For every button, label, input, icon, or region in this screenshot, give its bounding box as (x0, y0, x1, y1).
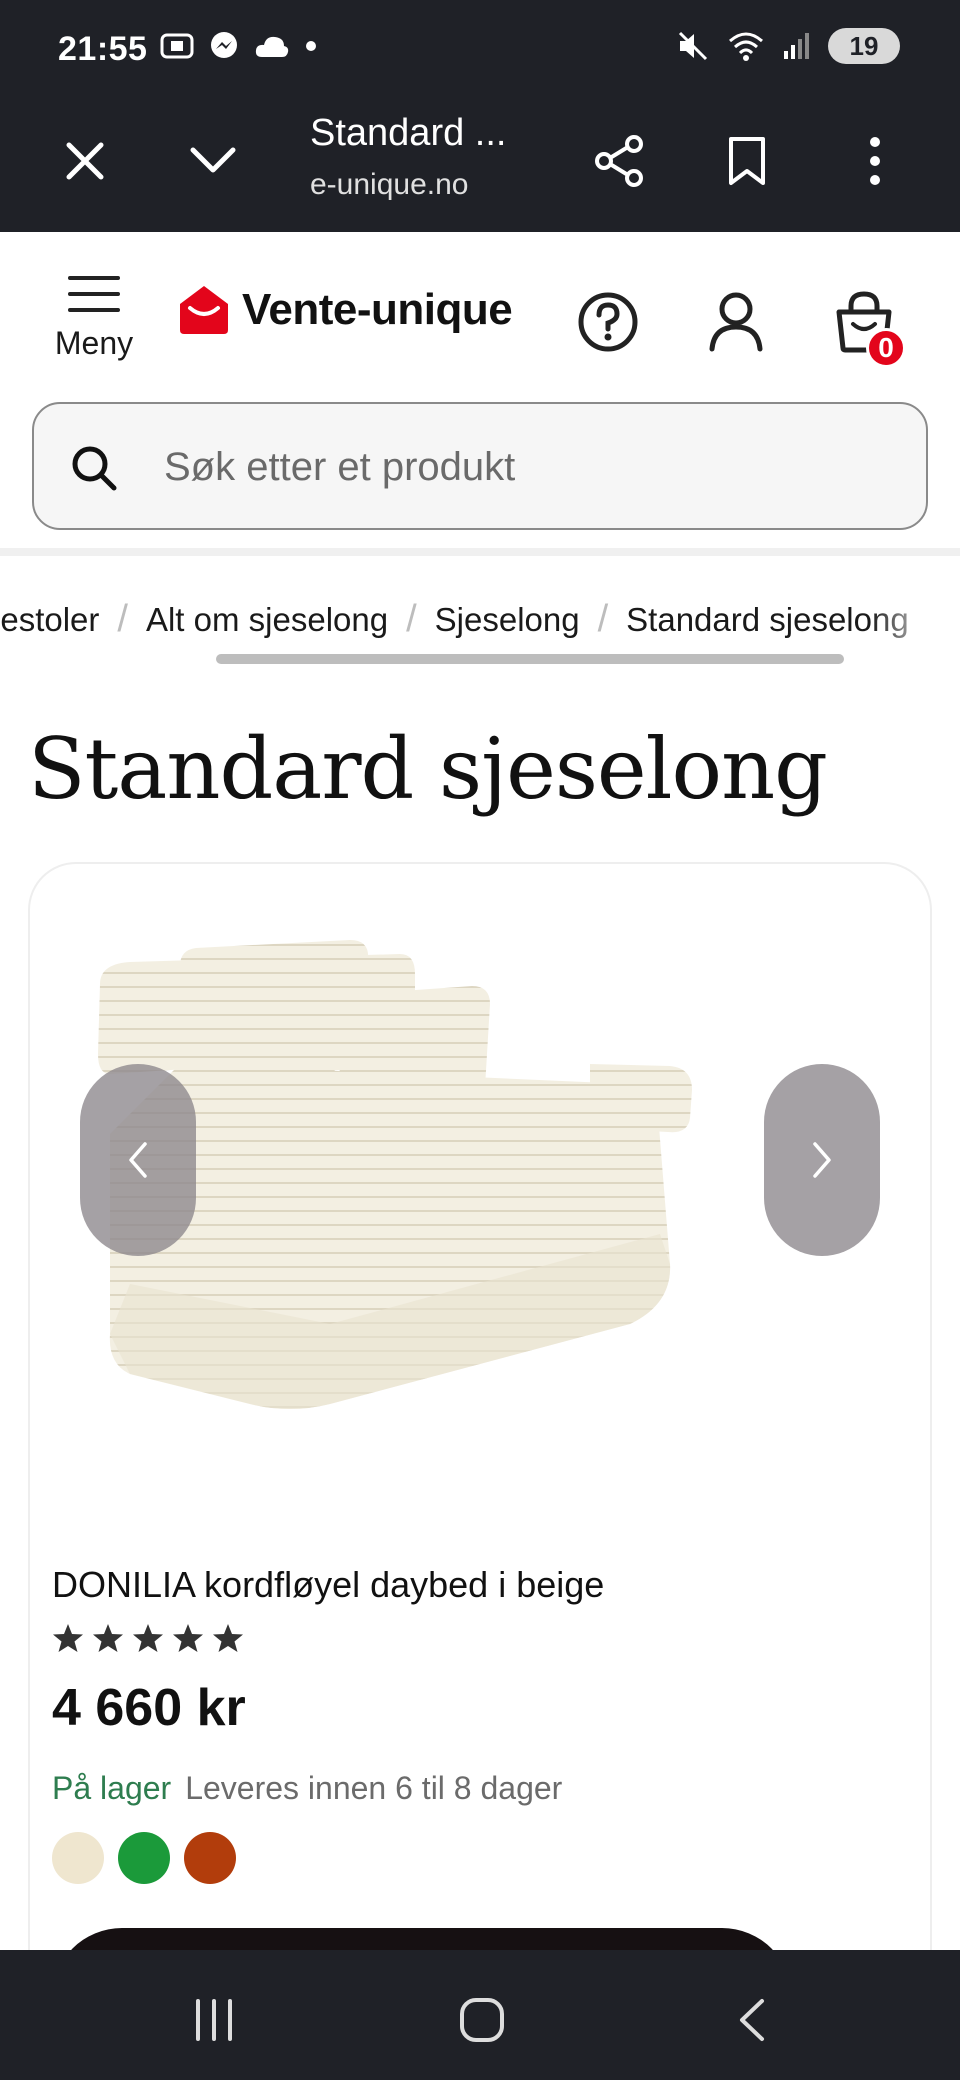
site-header: Meny Vente-unique 0 (0, 232, 960, 552)
logo-text: Vente-unique (242, 285, 513, 334)
dot-icon (306, 41, 316, 51)
product-rating[interactable] (52, 1622, 244, 1654)
breadcrumb-current: Standard sjeselong (626, 600, 909, 638)
breadcrumb-fade (870, 598, 960, 648)
back-button[interactable] (712, 1980, 792, 2060)
tab-url[interactable]: e-unique.no (310, 168, 468, 202)
star-icon (93, 1624, 123, 1652)
share-icon (595, 135, 643, 187)
site-logo[interactable]: Vente-unique (178, 284, 513, 336)
home-button[interactable] (442, 1980, 522, 2060)
page-title: Standard sjeselong (28, 720, 828, 818)
star-icon (213, 1624, 243, 1652)
breadcrumb-separator: / (597, 598, 609, 640)
breadcrumb-separator: / (406, 598, 417, 640)
header-divider (0, 548, 960, 556)
breadcrumb: nestoler / Alt om sjeselong / Sjeselong … (0, 598, 960, 648)
star-icon (173, 1624, 203, 1652)
breadcrumb-separator: / (117, 598, 128, 640)
wifi-icon (729, 32, 763, 61)
status-bar: 21:55 19 (0, 0, 960, 98)
status-time: 21:55 (58, 30, 148, 68)
availability: På lager Leveres innen 6 til 8 dager (52, 1770, 562, 1807)
help-icon (578, 292, 638, 352)
tab-title[interactable]: Standard ... (310, 112, 506, 155)
chevron-down-icon (190, 147, 236, 173)
help-button[interactable] (568, 282, 648, 362)
back-icon (740, 1999, 764, 2041)
system-nav-bar (0, 1950, 960, 2080)
swatch-rust[interactable] (184, 1832, 236, 1884)
color-swatches (52, 1832, 236, 1884)
mute-icon (678, 31, 708, 61)
chevron-left-icon (129, 1142, 147, 1178)
close-icon (66, 142, 104, 180)
swatch-green[interactable] (118, 1832, 170, 1884)
carousel-next-button[interactable] (764, 1064, 880, 1256)
product-price: 4 660 kr (52, 1679, 246, 1737)
menu-label: Meny (54, 325, 134, 361)
notification-icons (160, 30, 318, 62)
product-card[interactable]: DONILIA kordfløyel daybed i beige 4 660 … (28, 862, 932, 2080)
battery-indicator: 19 (828, 28, 900, 64)
messenger-icon (211, 32, 237, 58)
carousel-prev-button[interactable] (80, 1064, 196, 1256)
signal-icon (784, 33, 809, 59)
bookmark-button[interactable] (712, 126, 782, 196)
search-bar[interactable] (32, 402, 928, 530)
bookmark-icon (729, 137, 765, 185)
close-tab-button[interactable] (50, 126, 120, 196)
collapse-button[interactable] (178, 126, 248, 196)
hamburger-icon (68, 276, 120, 312)
breadcrumb-item[interactable]: Sjeselong (435, 601, 580, 639)
star-icon (133, 1624, 163, 1652)
chevron-right-icon (813, 1142, 831, 1178)
stock-status: På lager (52, 1770, 172, 1806)
product-name[interactable]: DONILIA kordfløyel daybed i beige (52, 1564, 604, 1606)
menu-button[interactable]: Meny (44, 274, 144, 374)
recent-apps-icon (196, 1999, 232, 2041)
breadcrumb-item[interactable]: Alt om sjeselong (146, 601, 388, 639)
delivery-estimate: Leveres innen 6 til 8 dager (185, 1770, 563, 1806)
breadcrumb-item[interactable]: nestoler (0, 601, 99, 639)
home-icon (460, 1998, 504, 2042)
breadcrumb-track: nestoler / Alt om sjeselong / Sjeselong … (0, 598, 909, 641)
search-icon (72, 446, 117, 491)
swatch-beige[interactable] (52, 1832, 104, 1884)
screenshot-icon (160, 33, 194, 59)
cart-count-badge: 0 (866, 328, 906, 368)
star-icon (53, 1624, 83, 1652)
share-button[interactable] (584, 126, 654, 196)
more-vertical-icon (870, 137, 880, 185)
browser-toolbar: Standard ... e-unique.no (0, 98, 960, 232)
system-icons: 19 (676, 28, 900, 64)
recent-apps-button[interactable] (174, 1980, 254, 2060)
house-logo-icon (180, 286, 228, 334)
user-icon (709, 292, 763, 352)
cloud-icon (255, 36, 289, 57)
cart-button[interactable]: 0 (824, 282, 906, 368)
more-options-button[interactable] (840, 126, 910, 196)
account-button[interactable] (696, 282, 776, 362)
search-input[interactable] (164, 434, 884, 500)
breadcrumb-scrollbar[interactable] (216, 654, 844, 664)
